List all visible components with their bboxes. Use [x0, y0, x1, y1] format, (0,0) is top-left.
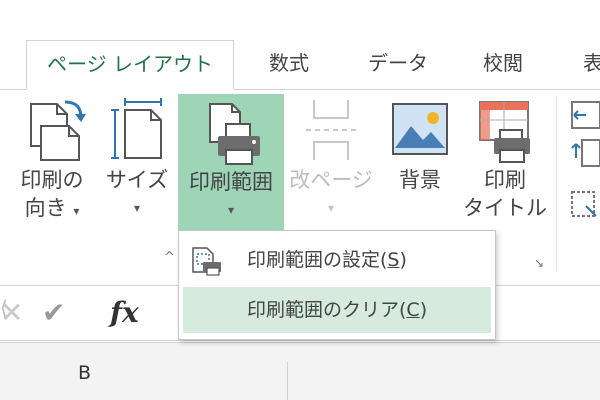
collapse-ribbon-icon[interactable]: ^ — [164, 250, 175, 265]
tab-view[interactable]: 表 — [578, 40, 600, 90]
background-image-icon — [392, 103, 448, 155]
chevron-down-icon: ▾ — [133, 201, 141, 215]
breaks-button[interactable]: 改ページ ▾ — [288, 96, 374, 236]
scale-to-fit-icon — [571, 101, 600, 217]
orientation-label-line1: 印刷の — [20, 168, 84, 192]
print-area-label: 印刷範囲 — [189, 170, 273, 194]
print-area-button[interactable]: 印刷範囲 ▾ — [178, 94, 284, 234]
background-label: 背景 — [399, 168, 441, 192]
chevron-down-icon: ▾ — [227, 203, 235, 217]
orientation-button[interactable]: 印刷の 向き ▾ — [10, 96, 94, 236]
print-titles-button[interactable]: 印刷 タイトル — [462, 96, 548, 236]
background-button[interactable]: 背景 — [382, 96, 458, 236]
print-titles-label-line2: タイトル — [463, 196, 547, 220]
print-area-dropdown-menu: 印刷範囲の設定(S) 印刷範囲のクリア(C) — [178, 230, 496, 340]
size-button[interactable]: サイズ ▾ — [100, 96, 174, 236]
ribbon-group-separator — [556, 96, 557, 271]
column-header-divider[interactable] — [287, 362, 288, 400]
confirm-entry-icon[interactable]: ✔ — [42, 296, 65, 329]
print-titles-label-line1: 印刷 — [484, 168, 526, 192]
breaks-label: 改ページ — [289, 168, 373, 192]
print-titles-icon — [479, 101, 530, 163]
cancel-entry-icon[interactable]: ✕ — [0, 296, 23, 329]
tab-formulas[interactable]: 数式 — [250, 40, 328, 90]
column-header-b[interactable]: B — [78, 362, 91, 384]
chevron-down-icon: ▾ — [73, 204, 80, 218]
page-orientation-icon — [30, 100, 86, 161]
printer-icon — [209, 103, 260, 165]
page-break-icon — [306, 100, 356, 160]
tab-review[interactable]: 校閲 — [468, 40, 538, 90]
orientation-label-line2: 向き ▾ — [24, 196, 80, 220]
menu-item-label: 印刷範囲の設定(S) — [247, 249, 407, 271]
set-print-area-icon — [192, 247, 221, 276]
menu-item-clear-print-area[interactable]: 印刷範囲のクリア(C) — [183, 287, 491, 333]
tab-page-layout[interactable]: ページ レイアウト — [26, 40, 234, 90]
chevron-down-icon: ▾ — [327, 201, 335, 215]
insert-function-button[interactable]: fx — [110, 296, 139, 329]
page-setup-dialog-launcher-icon[interactable]: ↘ — [534, 256, 544, 270]
menu-item-label: 印刷範囲のクリア(C) — [247, 299, 428, 321]
page-size-icon — [111, 98, 162, 159]
tab-data[interactable]: データ — [352, 40, 444, 90]
menu-item-set-print-area[interactable]: 印刷範囲の設定(S) — [183, 237, 491, 283]
size-label: サイズ — [105, 168, 169, 192]
